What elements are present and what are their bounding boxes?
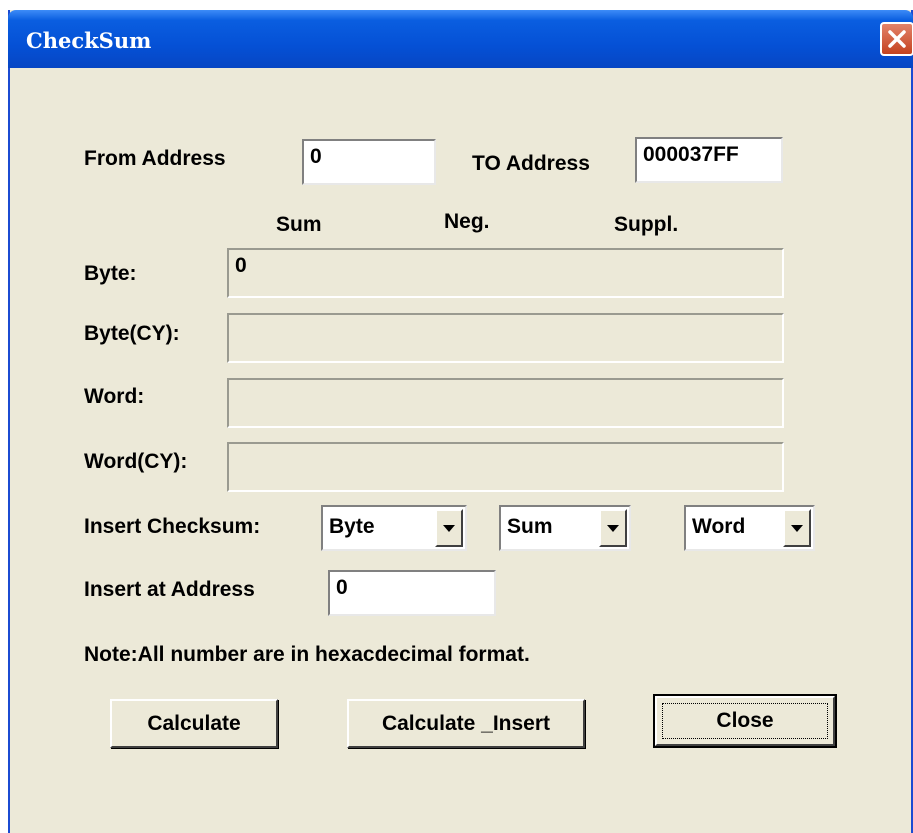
word-cy-result-field (227, 442, 784, 492)
close-icon (888, 30, 906, 48)
column-header-neg: Neg. (444, 210, 490, 233)
checksum-size-value: Byte (329, 515, 375, 538)
checksum-type-value: Sum (507, 515, 553, 538)
byte-result-field: 0 (227, 248, 784, 298)
insert-address-label: Insert at Address (84, 578, 255, 601)
word-label: Word: (84, 385, 145, 408)
word-result-field (227, 378, 784, 428)
insert-checksum-label: Insert Checksum: (84, 515, 261, 538)
checksum-unit-dropdown-button[interactable] (783, 509, 811, 547)
byte-cy-label: Byte(CY): (84, 322, 180, 345)
from-address-label: From Address (84, 147, 226, 170)
checksum-size-dropdown-button[interactable] (435, 509, 463, 547)
window-title: CheckSum (26, 28, 152, 53)
checksum-type-select[interactable]: Sum (499, 505, 631, 551)
insert-address-input[interactable]: 0 (328, 570, 496, 616)
chevron-down-icon (443, 525, 455, 532)
calculate-button[interactable]: Calculate (110, 699, 278, 748)
title-bar[interactable]: CheckSum (8, 10, 913, 68)
chevron-down-icon (607, 525, 619, 532)
column-header-sum: Sum (276, 213, 322, 236)
chevron-down-icon (791, 525, 803, 532)
word-cy-label: Word(CY): (84, 450, 188, 473)
byte-cy-result-field (227, 313, 784, 363)
checksum-size-select[interactable]: Byte (321, 505, 467, 551)
column-header-suppl: Suppl. (614, 213, 679, 236)
close-window-button[interactable] (880, 22, 913, 56)
to-address-label: TO Address (472, 152, 590, 175)
format-note: Note:All number are in hexacdecimal form… (84, 643, 530, 666)
checksum-unit-value: Word (692, 515, 746, 538)
close-button-label: Close (716, 709, 774, 732)
checksum-unit-select[interactable]: Word (684, 505, 815, 551)
calculate-insert-button[interactable]: Calculate _Insert (347, 699, 585, 748)
to-address-input[interactable]: 000037FF (635, 137, 783, 183)
byte-label: Byte: (84, 262, 137, 285)
checksum-type-dropdown-button[interactable] (599, 509, 627, 547)
close-button[interactable]: Close (653, 694, 837, 748)
calculate-insert-button-label: Calculate _Insert (381, 712, 551, 735)
from-address-input[interactable]: 0 (302, 139, 436, 185)
calculate-button-label: Calculate (147, 712, 241, 735)
